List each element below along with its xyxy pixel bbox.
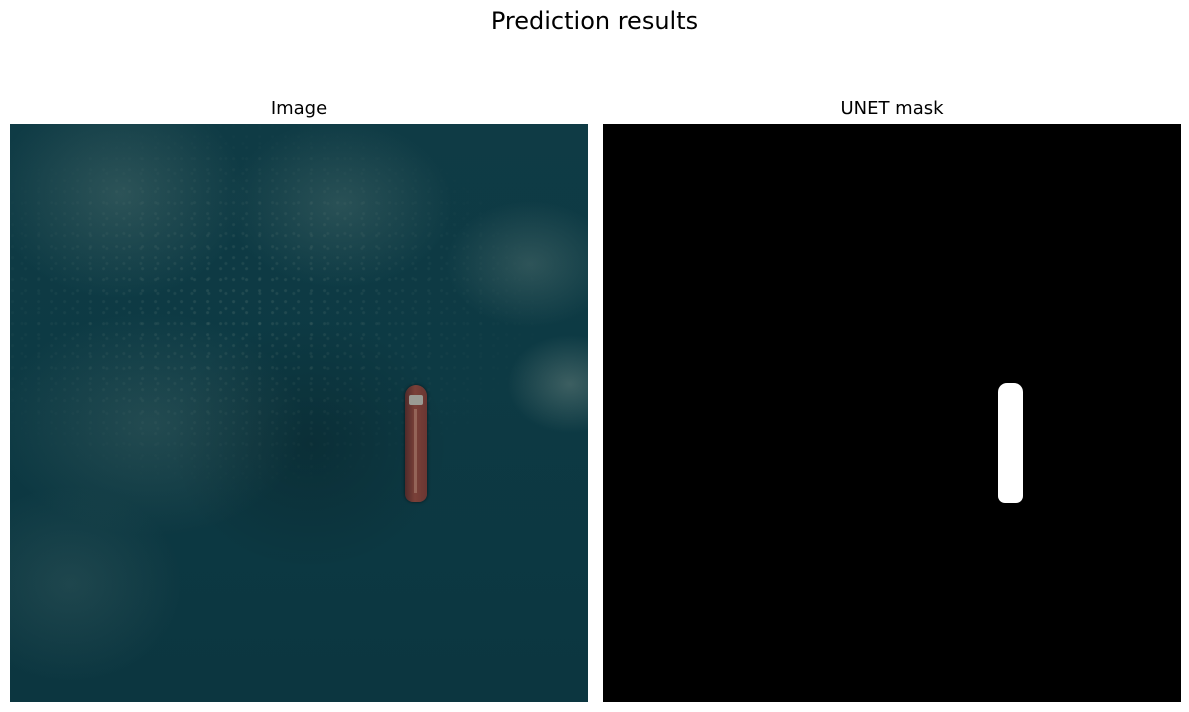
- ship-deck-line: [414, 409, 417, 493]
- unet-mask-image: [603, 124, 1181, 702]
- ship: [405, 385, 427, 502]
- sea-glint: [10, 124, 588, 702]
- image-panel-title: Image: [270, 98, 328, 119]
- figure-title: Prediction results: [490, 7, 699, 35]
- satellite-image: [10, 124, 588, 702]
- ship-mask-region: [998, 383, 1023, 503]
- ship-bridge: [409, 395, 423, 405]
- mask-panel-title: UNET mask: [840, 98, 944, 119]
